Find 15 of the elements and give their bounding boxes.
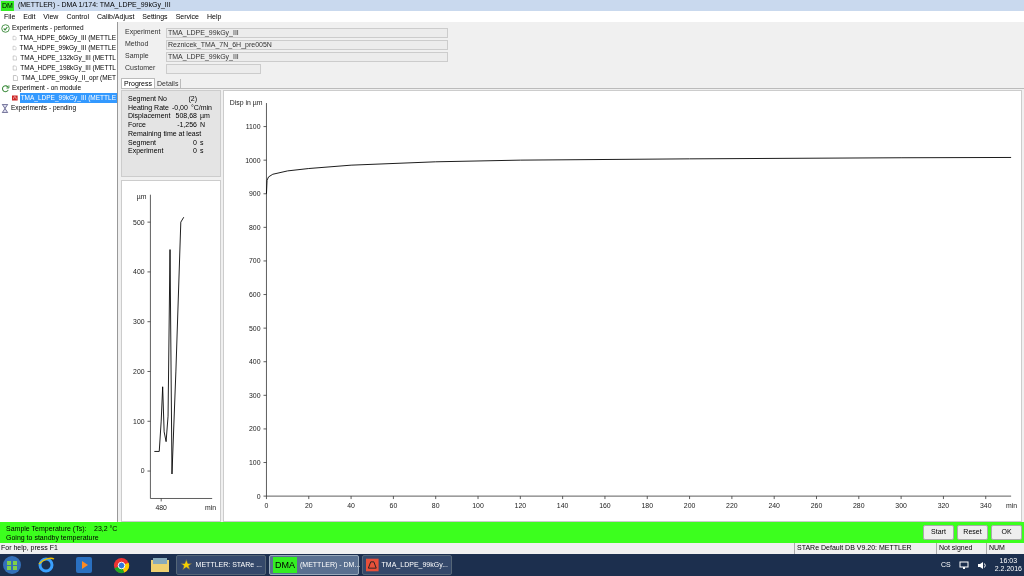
text-field[interactable]: [166, 63, 261, 74]
running-icon: [12, 94, 18, 102]
app-icon: DMA: [273, 557, 297, 573]
hourglass-icon: [1, 103, 9, 113]
refresh-icon: [1, 83, 10, 93]
browser-icon[interactable]: [37, 556, 55, 574]
x-axis: [150, 498, 213, 502]
media-player-icon[interactable]: [76, 557, 92, 573]
app-icon: [366, 557, 379, 573]
start-button[interactable]: [2, 555, 22, 575]
speaker-icon[interactable]: [976, 560, 987, 570]
folder-icon[interactable]: [151, 557, 169, 573]
chrome-icon[interactable]: [113, 556, 130, 574]
network-icon[interactable]: [958, 560, 969, 570]
star-icon: [180, 557, 193, 573]
